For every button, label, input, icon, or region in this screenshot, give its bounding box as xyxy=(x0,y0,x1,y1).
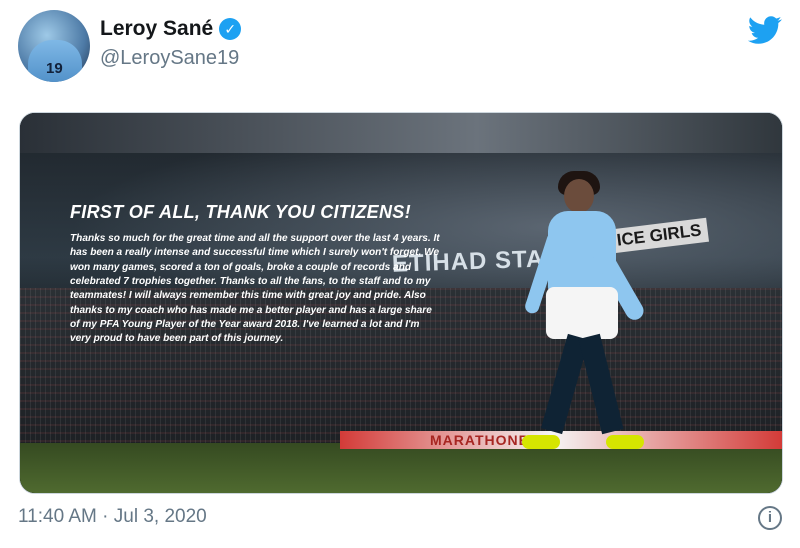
player-right-leg xyxy=(578,333,624,435)
tweet-media-image[interactable]: MARATHONBET ETIHAD STADIUM SPICE GIRLS F… xyxy=(19,112,783,494)
player-shorts xyxy=(546,287,618,339)
name-row: Leroy Sané ✓ xyxy=(100,17,242,41)
media-headline: FIRST OF ALL, THANK YOU CITIZENS! xyxy=(70,202,411,222)
player-head xyxy=(564,179,594,213)
tweet-card: 19 Leroy Sané ✓ @LeroySane19 MARATHONBET… xyxy=(0,0,800,548)
user-info: Leroy Sané ✓ @LeroySane19 xyxy=(100,17,242,70)
stadium-roof xyxy=(20,113,782,153)
display-name[interactable]: Leroy Sané xyxy=(100,17,213,41)
player-figure xyxy=(502,171,662,479)
verified-badge-icon: ✓ xyxy=(219,18,242,40)
media-text-overlay: FIRST OF ALL, THANK YOU CITIZENS! Thanks… xyxy=(70,203,440,347)
tweet-header: 19 Leroy Sané ✓ @LeroySane19 xyxy=(18,10,782,82)
media-message: Thanks so much for the great time and al… xyxy=(70,232,440,345)
pitch xyxy=(20,443,782,493)
player-left-boot xyxy=(522,435,560,449)
avatar[interactable]: 19 xyxy=(18,10,90,82)
info-icon[interactable]: i xyxy=(758,506,782,530)
twitter-bird-icon[interactable] xyxy=(748,13,782,47)
tweet-timestamp[interactable]: 11:40 AM · Jul 3, 2020 xyxy=(18,506,207,528)
avatar-number: 19 xyxy=(46,60,63,77)
player-right-boot xyxy=(606,435,644,449)
user-handle[interactable]: @LeroySane19 xyxy=(100,47,241,70)
